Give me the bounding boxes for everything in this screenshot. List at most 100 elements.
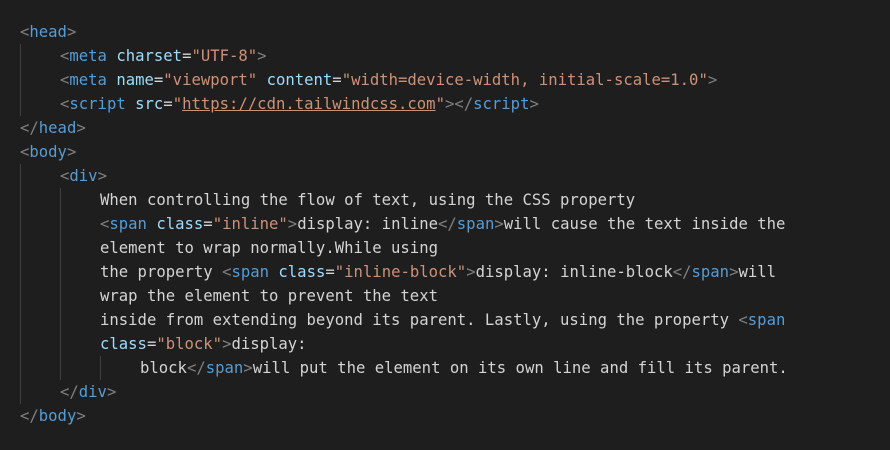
code-text: </body> — [20, 404, 86, 428]
code-token: display: inline — [297, 215, 439, 233]
code-token: = — [146, 335, 157, 353]
code-line[interactable]: <head> — [0, 20, 890, 44]
code-token: > — [287, 215, 298, 233]
code-line[interactable]: the property <span class="inline-block">… — [0, 260, 890, 284]
code-token: "width=device-width, initial-scale=1.0" — [341, 71, 708, 89]
code-token: will — [738, 263, 777, 281]
code-token: > — [76, 119, 86, 137]
code-text: <meta charset="UTF-8"> — [60, 44, 267, 68]
code-token: < — [60, 95, 70, 113]
code-token: span — [231, 263, 270, 281]
code-token: div — [78, 383, 107, 401]
code-token: < — [20, 143, 30, 161]
code-text: <meta name="viewport" content="width=dev… — [60, 68, 717, 92]
code-token: "UTF-8" — [191, 47, 258, 65]
code-line[interactable]: <meta charset="UTF-8"> — [0, 44, 890, 68]
code-token: </ — [672, 263, 692, 281]
code-token: > — [466, 263, 476, 281]
code-token: src — [135, 95, 164, 113]
code-line[interactable]: class="block">display: — [0, 332, 890, 356]
code-line[interactable]: <span class="inline">display: inline</sp… — [0, 212, 890, 236]
indent-guide — [20, 284, 21, 308]
code-line[interactable]: <meta name="viewport" content="width=dev… — [0, 68, 890, 92]
code-line[interactable]: <script src="https://cdn.tailwindcss.com… — [0, 92, 890, 116]
code-line[interactable]: inside from extending beyond its parent.… — [0, 308, 890, 332]
code-token: < — [60, 71, 70, 89]
code-token: </ — [60, 383, 79, 401]
code-token[interactable]: https://cdn.tailwindcss.com — [182, 95, 435, 113]
code-line[interactable]: <body> — [0, 140, 890, 164]
indent-guide — [60, 284, 61, 308]
code-text: <body> — [20, 140, 76, 164]
code-token: body — [38, 407, 77, 425]
code-token: > — [529, 95, 539, 113]
code-token: name — [116, 71, 154, 89]
code-token: </ — [20, 119, 39, 137]
code-token: display: inline-block — [475, 263, 673, 281]
code-text: block</span>will put the element on its … — [140, 356, 788, 380]
code-token: "inline-block" — [334, 263, 467, 281]
code-token: class — [156, 215, 204, 233]
indent-guide — [60, 332, 61, 356]
indent-guide — [20, 356, 21, 380]
code-token: wrap the element to prevent the text — [100, 287, 438, 305]
code-line[interactable]: block</span>will put the element on its … — [0, 356, 890, 380]
code-token: inside from extending beyond its parent.… — [100, 311, 739, 329]
code-token: display: — [231, 335, 307, 353]
indent-guide — [20, 332, 21, 356]
indent-guide — [60, 188, 61, 212]
code-editor[interactable]: <head> <meta charset="UTF-8"> <meta name="… — [0, 20, 890, 428]
code-line[interactable]: element to wrap normally.While using — [0, 236, 890, 260]
code-token: > — [494, 215, 504, 233]
code-token: "block" — [156, 335, 223, 353]
code-token: span — [456, 215, 495, 233]
code-token: > — [106, 383, 117, 401]
code-token: </ — [186, 359, 206, 377]
code-line[interactable]: </body> — [0, 404, 890, 428]
indent-guide — [20, 308, 21, 332]
indent-guide — [60, 236, 61, 260]
code-token: meta — [69, 71, 107, 89]
code-text: </div> — [60, 380, 116, 404]
code-text: <head> — [20, 20, 76, 44]
code-token: < — [20, 23, 30, 41]
code-token: = — [203, 215, 213, 233]
code-line[interactable]: </div> — [0, 380, 890, 404]
code-token: class — [100, 335, 147, 353]
code-token: = — [163, 95, 173, 113]
indent-guide — [60, 260, 61, 284]
code-token: head — [29, 23, 67, 41]
code-line[interactable]: <div> — [0, 164, 890, 188]
code-line[interactable]: </head> — [0, 116, 890, 140]
code-token: " — [172, 95, 183, 113]
code-token: meta — [69, 47, 107, 65]
code-line[interactable]: When controlling the flow of text, using… — [0, 188, 890, 212]
code-token: > — [66, 23, 77, 41]
code-token: span — [691, 263, 730, 281]
code-token: span — [109, 215, 147, 233]
indent-guide — [20, 212, 21, 236]
indent-guide — [20, 188, 21, 212]
indent-guide — [60, 356, 61, 380]
code-text: the property <span class="inline-block">… — [100, 260, 776, 284]
code-text: element to wrap normally.While using — [100, 236, 438, 260]
indent-guide — [20, 44, 21, 68]
code-token: > — [76, 407, 86, 425]
code-token: "viewport" — [163, 71, 258, 89]
code-line[interactable]: wrap the element to prevent the text — [0, 284, 890, 308]
code-text: class="block">display: — [100, 332, 307, 356]
code-token: head — [38, 119, 77, 137]
code-text: <div> — [60, 164, 107, 188]
indent-guide — [20, 164, 21, 188]
code-token: < — [60, 47, 70, 65]
code-text: <script src="https://cdn.tailwindcss.com… — [60, 92, 539, 116]
code-token: > — [97, 167, 107, 185]
indent-guide — [20, 92, 21, 116]
code-token: content — [266, 71, 333, 89]
indent-guide — [20, 236, 21, 260]
code-token: > — [257, 47, 267, 65]
code-token: > — [243, 359, 253, 377]
